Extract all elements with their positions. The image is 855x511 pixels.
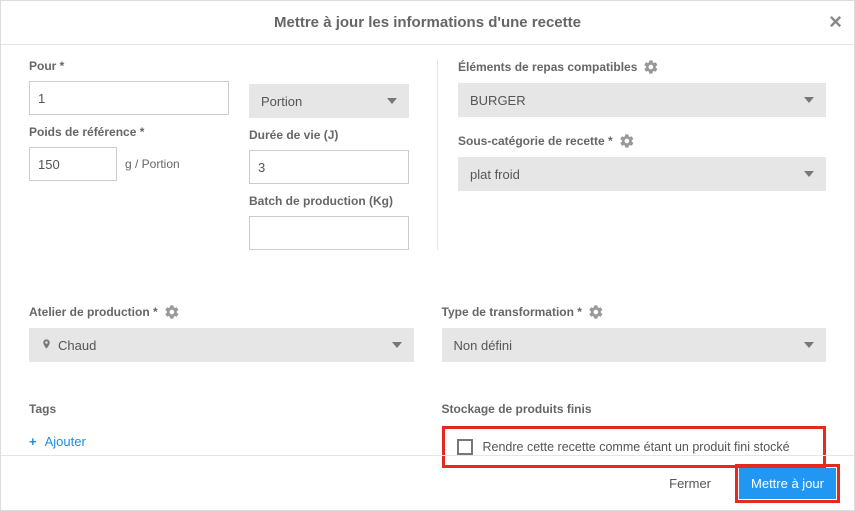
dialog-footer: Fermer Mettre à jour xyxy=(1,455,854,510)
transformation-block: Type de transformation * Non défini xyxy=(442,304,827,362)
gear-icon[interactable] xyxy=(619,133,635,149)
duree-vie-label: Durée de vie (J) xyxy=(249,128,409,142)
dialog-title: Mettre à jour les informations d'une rec… xyxy=(274,14,581,31)
atelier-select[interactable]: Chaud xyxy=(29,328,414,362)
elements-label: Éléments de repas compatibles xyxy=(458,59,826,75)
plus-icon: + xyxy=(29,434,37,449)
elements-select[interactable]: BURGER xyxy=(458,83,826,117)
batch-input[interactable] xyxy=(249,216,409,250)
dialog-body: Pour * Poids de référence * g / Portion … xyxy=(1,45,854,468)
duree-vie-input[interactable] xyxy=(249,150,409,184)
atelier-value: Chaud xyxy=(58,338,96,353)
poids-ref-label: Poids de référence * xyxy=(29,125,229,139)
caret-down-icon xyxy=(387,98,397,104)
poids-ref-input[interactable] xyxy=(29,147,117,181)
dialog-header: Mettre à jour les informations d'une rec… xyxy=(1,1,854,45)
pour-input[interactable] xyxy=(29,81,229,115)
recipe-update-dialog: Mettre à jour les informations d'une rec… xyxy=(0,0,855,511)
caret-down-icon xyxy=(804,342,814,348)
close-button[interactable]: Fermer xyxy=(659,468,721,499)
submit-highlight-box: Mettre à jour xyxy=(735,464,840,503)
sous-cat-select[interactable]: plat froid xyxy=(458,157,826,191)
submit-button[interactable]: Mettre à jour xyxy=(739,468,836,499)
atelier-block: Atelier de production * Chaud xyxy=(29,304,414,362)
pin-icon xyxy=(41,337,52,354)
storage-checkbox[interactable] xyxy=(457,439,473,455)
caret-down-icon xyxy=(804,97,814,103)
sous-cat-label: Sous-catégorie de recette * xyxy=(458,133,826,149)
batch-label: Batch de production (Kg) xyxy=(249,194,409,208)
pour-label: Pour * xyxy=(29,59,229,73)
caret-down-icon xyxy=(392,342,402,348)
transformation-label: Type de transformation * xyxy=(442,304,827,320)
tags-label: Tags xyxy=(29,402,414,416)
caret-down-icon xyxy=(804,171,814,177)
atelier-label: Atelier de production * xyxy=(29,304,414,320)
close-icon[interactable]: × xyxy=(829,9,842,35)
sous-cat-value: plat froid xyxy=(470,167,520,182)
storage-label: Stockage de produits finis xyxy=(442,402,827,416)
storage-checkbox-label: Rendre cette recette comme étant un prod… xyxy=(483,440,790,454)
poids-ref-unit: g / Portion xyxy=(125,157,180,171)
pour-unit-value: Portion xyxy=(261,94,302,109)
pour-unit-select[interactable]: Portion xyxy=(249,84,409,118)
gear-icon[interactable] xyxy=(588,304,604,320)
transformation-select[interactable]: Non défini xyxy=(442,328,827,362)
elements-value: BURGER xyxy=(470,93,526,108)
gear-icon[interactable] xyxy=(164,304,180,320)
transformation-value: Non défini xyxy=(454,338,513,353)
left-column: Pour * Poids de référence * g / Portion … xyxy=(29,59,409,250)
right-column: Éléments de repas compatibles BURGER Sou… xyxy=(437,59,826,250)
gear-icon[interactable] xyxy=(643,59,659,75)
add-tag-label: Ajouter xyxy=(45,434,86,449)
add-tag-button[interactable]: + Ajouter xyxy=(29,434,414,449)
